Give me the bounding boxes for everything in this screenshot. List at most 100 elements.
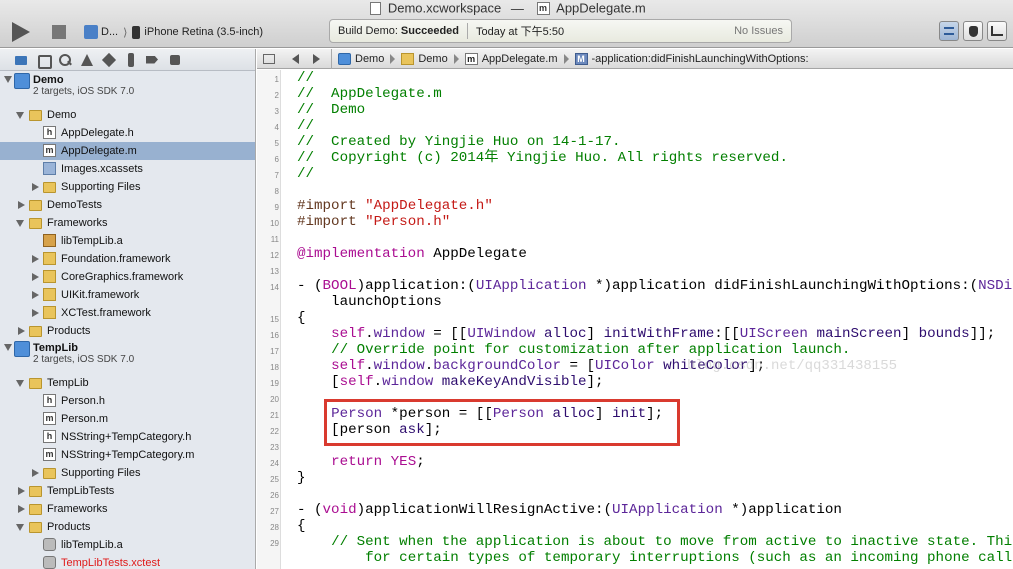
version-editor-button[interactable]	[987, 21, 1007, 41]
activity-time: Today at 下午5:50	[476, 26, 565, 38]
framework-icon	[43, 288, 56, 301]
disclosure-open-icon[interactable]	[16, 112, 24, 119]
disclosure-closed-icon[interactable]	[32, 273, 39, 281]
line-number: 25	[270, 475, 279, 484]
tree-row-group-frameworks-2[interactable]: Frameworks	[0, 500, 255, 518]
related-items-icon[interactable]	[263, 53, 275, 64]
activity-issues: No Issues	[734, 25, 783, 37]
tree-row-project-templib[interactable]: TempLib 2 targets, iOS SDK 7.0	[0, 340, 255, 374]
tree-row-file-appdelegate-m[interactable]: m AppDelegate.m	[0, 142, 255, 160]
tree-row-file-images-xcassets[interactable]: Images.xcassets	[0, 160, 255, 178]
code-line: 3// Demo	[275, 102, 1013, 118]
tree-row-file-person-m[interactable]: m Person.m	[0, 410, 255, 428]
project-navigator-tab-icon[interactable]	[14, 53, 28, 67]
folder-icon	[43, 468, 56, 479]
breakpoint-navigator-tab-icon[interactable]	[146, 53, 160, 67]
disclosure-open-icon[interactable]	[4, 344, 12, 351]
line-number: 19	[270, 379, 279, 388]
tree-row-file-appdelegate-h[interactable]: h AppDelegate.h	[0, 124, 255, 142]
assistant-icon	[969, 26, 978, 37]
disclosure-closed-icon[interactable]	[32, 469, 39, 477]
source-editor[interactable]: 1// 2// AppDelegate.m 3// Demo 4// 5// C…	[257, 70, 1013, 569]
back-arrow-icon[interactable]	[292, 53, 299, 64]
line-number: 5	[274, 139, 279, 148]
assistant-editor-button[interactable]	[963, 21, 983, 41]
tree-row-group-supporting-files[interactable]: Supporting Files	[0, 178, 255, 196]
tree-row-file-person-h[interactable]: h Person.h	[0, 392, 255, 410]
disclosure-closed-icon[interactable]	[32, 309, 39, 317]
tree-row-group-supporting-files-2[interactable]: Supporting Files	[0, 464, 255, 482]
tree-row-project-demo[interactable]: Demo 2 targets, iOS SDK 7.0	[0, 72, 255, 106]
search-navigator-tab-icon[interactable]	[58, 53, 72, 67]
tree-row-label: AppDelegate.h	[61, 127, 134, 139]
breadcrumb-file[interactable]: m AppDelegate.m	[464, 52, 558, 65]
disclosure-closed-icon[interactable]	[18, 327, 25, 335]
implementation-file-icon: m	[43, 448, 56, 461]
disclosure-closed-icon[interactable]	[32, 183, 39, 191]
tree-row-file-libtemplib-a[interactable]: libTempLib.a	[0, 232, 255, 250]
tree-row-product-libtemplib-a[interactable]: libTempLib.a	[0, 536, 255, 554]
tree-row-file-nsstring-category-m[interactable]: m NSString+TempCategory.m	[0, 446, 255, 464]
stop-button[interactable]	[52, 25, 66, 39]
standard-editor-icon	[944, 27, 954, 35]
disclosure-open-icon[interactable]	[16, 380, 24, 387]
breadcrumb-project[interactable]: Demo	[338, 52, 384, 65]
breadcrumb-group[interactable]: Demo	[401, 52, 448, 65]
breadcrumb-method[interactable]: M -application:didFinishLaunchingWithOpt…	[574, 52, 809, 65]
test-navigator-tab-icon[interactable]	[102, 53, 116, 67]
window-title-separator: —	[510, 0, 524, 16]
tree-row-label: Demo	[47, 109, 77, 121]
tree-row-group-demotests[interactable]: DemoTests	[0, 196, 255, 214]
app-icon	[84, 25, 98, 39]
implementation-file-icon: m	[43, 144, 56, 157]
scheme-selector[interactable]: D... ⟩ iPhone Retina (3.5-inch)	[84, 22, 263, 42]
tree-row-group-templibtests[interactable]: TempLibTests	[0, 482, 255, 500]
debug-navigator-tab-icon[interactable]	[124, 52, 138, 67]
tree-row-label: Supporting Files	[61, 467, 141, 479]
tree-row-group-frameworks[interactable]: Frameworks	[0, 214, 255, 232]
disclosure-closed-icon[interactable]	[32, 291, 39, 299]
tree-row-product-templibtests-xctest[interactable]: TempLibTests.xctest	[0, 554, 255, 569]
code-line: 8	[275, 182, 1013, 198]
tree-row-label: Foundation.framework	[61, 253, 171, 265]
tree-row-group-products-2[interactable]: Products	[0, 518, 255, 536]
disclosure-open-icon[interactable]	[16, 524, 24, 531]
tree-row-label: libTempLib.a	[61, 235, 123, 247]
tree-row-framework-xctest[interactable]: XCTest.framework	[0, 304, 255, 322]
tree-row-file-nsstring-category-h[interactable]: h NSString+TempCategory.h	[0, 428, 255, 446]
code-area[interactable]: 1// 2// AppDelegate.m 3// Demo 4// 5// C…	[270, 70, 1013, 566]
tree-row-label: CoreGraphics.framework	[61, 271, 184, 283]
disclosure-closed-icon[interactable]	[18, 201, 25, 209]
disclosure-open-icon[interactable]	[16, 220, 24, 227]
line-number: 11	[270, 235, 279, 244]
log-navigator-tab-icon[interactable]	[168, 53, 182, 67]
disclosure-closed-icon[interactable]	[32, 255, 39, 263]
tree-row-label: Images.xcassets	[61, 163, 143, 175]
tree-row-framework-coregraphics[interactable]: CoreGraphics.framework	[0, 268, 255, 286]
implementation-file-icon: m	[464, 52, 478, 65]
forward-arrow-icon[interactable]	[313, 53, 320, 64]
disclosure-closed-icon[interactable]	[18, 487, 25, 495]
tree-row-framework-foundation[interactable]: Foundation.framework	[0, 250, 255, 268]
test-bundle-product-icon	[43, 556, 56, 569]
disclosure-open-icon[interactable]	[4, 76, 12, 83]
line-number: 27	[270, 507, 279, 516]
navigator-tabs	[0, 49, 255, 71]
issue-navigator-tab-icon[interactable]	[80, 53, 94, 67]
window-title-workspace: Demo.xcworkspace	[387, 0, 502, 16]
header-file-icon: h	[43, 394, 56, 407]
symbol-navigator-tab-icon[interactable]	[36, 53, 52, 69]
code-line: 24 return YES;	[270, 454, 1013, 470]
line-number: 7	[274, 171, 279, 180]
disclosure-closed-icon[interactable]	[18, 505, 25, 513]
tree-row-group-demo[interactable]: Demo	[0, 106, 255, 124]
tree-row-label: Frameworks	[47, 217, 108, 229]
tree-row-label: Supporting Files	[61, 181, 141, 193]
standard-editor-button[interactable]	[939, 21, 959, 41]
tree-row-framework-uikit[interactable]: UIKit.framework	[0, 286, 255, 304]
tree-row-group-products[interactable]: Products	[0, 322, 255, 340]
breadcrumb-chevron-icon	[390, 53, 396, 64]
run-button[interactable]	[12, 22, 30, 42]
line-number: 17	[270, 347, 279, 356]
tree-row-group-templib[interactable]: TempLib	[0, 374, 255, 392]
